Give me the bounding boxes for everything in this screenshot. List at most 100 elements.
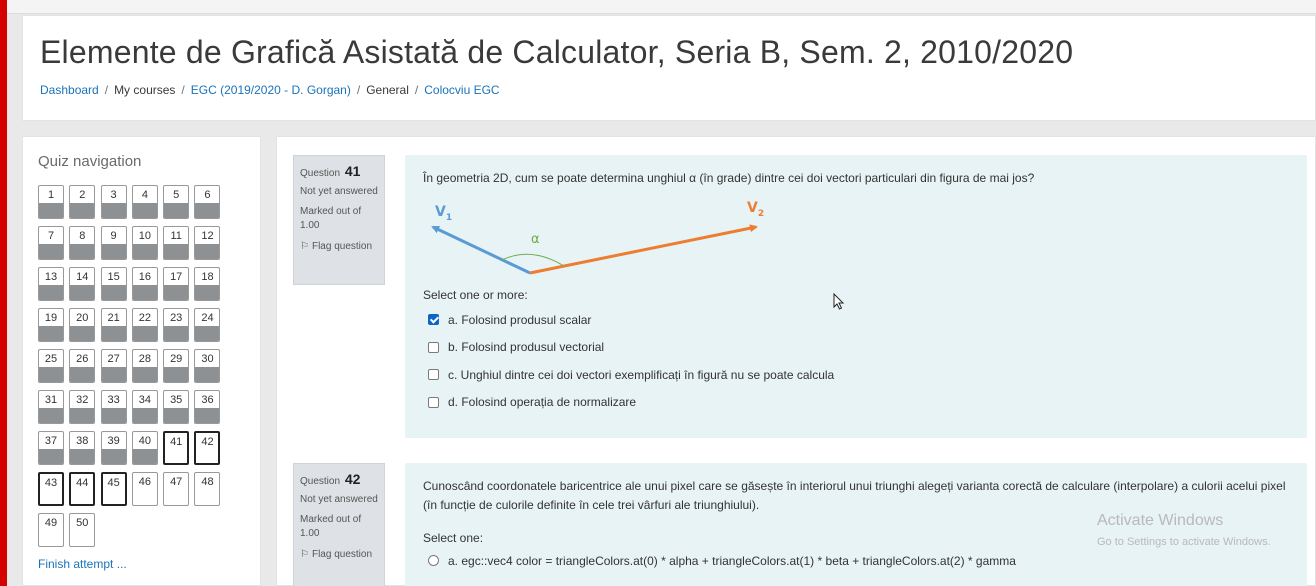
answer-status-fill	[132, 408, 157, 423]
quiz-nav-button[interactable]: 1	[38, 185, 64, 219]
answer-status-fill	[39, 408, 63, 423]
quiz-nav-button[interactable]: 16	[131, 267, 158, 301]
quiz-nav-button[interactable]: 41	[163, 431, 190, 465]
quiz-nav-button[interactable]: 47	[163, 472, 190, 506]
quiz-nav-button[interactable]: 20	[69, 308, 96, 342]
quiz-nav-button-number: 14	[76, 271, 89, 283]
quiz-nav-button[interactable]: 4	[131, 185, 158, 219]
quiz-nav-button[interactable]: 7	[38, 226, 64, 260]
quiz-nav-button-number: 16	[138, 271, 152, 283]
quiz-nav-button-number: 25	[44, 353, 58, 365]
quiz-nav-button-number: 26	[76, 353, 89, 365]
quiz-nav-button[interactable]: 39	[100, 431, 127, 465]
answer-option[interactable]: b. Folosind produsul vectorial	[423, 334, 1289, 362]
answer-status-fill	[39, 203, 63, 218]
breadcrumb-colocviu[interactable]: Colocviu EGC	[424, 83, 499, 97]
quiz-nav-button[interactable]: 29	[163, 349, 190, 383]
quiz-nav-button[interactable]: 13	[38, 267, 64, 301]
quiz-nav-button[interactable]: 23	[163, 308, 190, 342]
quiz-nav-button[interactable]: 50	[69, 513, 96, 547]
quiz-nav-button-number: 15	[107, 271, 120, 283]
quiz-nav-button-number: 49	[44, 517, 58, 529]
answer-status-fill	[164, 203, 189, 218]
quiz-nav-button[interactable]: 32	[69, 390, 96, 424]
quiz-nav-button[interactable]: 27	[100, 349, 127, 383]
answer-option[interactable]: d. Folosind operația de normalizare	[423, 389, 1289, 417]
quiz-nav-button[interactable]: 30	[194, 349, 221, 383]
quiz-nav-button[interactable]: 42	[194, 431, 221, 465]
quiz-nav-button[interactable]: 14	[69, 267, 96, 301]
quiz-nav-button[interactable]: 28	[131, 349, 158, 383]
quiz-nav-button[interactable]: 46	[131, 472, 158, 506]
quiz-nav-button[interactable]: 15	[100, 267, 127, 301]
quiz-nav-button[interactable]: 18	[194, 267, 221, 301]
breadcrumb-dashboard[interactable]: Dashboard	[40, 83, 99, 97]
quiz-nav-button[interactable]: 49	[38, 513, 64, 547]
quiz-nav-button[interactable]: 2	[69, 185, 96, 219]
answer-status-fill	[70, 285, 95, 300]
mouse-cursor-icon	[833, 293, 845, 310]
checkbox[interactable]	[428, 369, 439, 381]
quiz-nav-button[interactable]: 21	[100, 308, 127, 342]
page-header: Elemente de Grafică Asistată de Calculat…	[22, 15, 1316, 121]
breadcrumb-course[interactable]: EGC (2019/2020 - D. Gorgan)	[191, 83, 351, 97]
quiz-nav-button[interactable]: 36	[194, 390, 221, 424]
breadcrumb-my-courses: My courses	[114, 83, 176, 97]
quiz-nav-button-number: 28	[138, 353, 152, 365]
quiz-nav-button[interactable]: 37	[38, 431, 64, 465]
vector-v1-label: V1	[435, 204, 452, 223]
checkbox[interactable]	[428, 341, 439, 353]
angle-label: α	[531, 232, 540, 247]
question-state: Not yet answered	[300, 494, 378, 505]
quiz-nav-button[interactable]: 6	[194, 185, 221, 219]
quiz-nav-button[interactable]: 45	[100, 472, 127, 506]
quiz-nav-button-number: 47	[170, 476, 183, 488]
quiz-nav-button[interactable]: 48	[194, 472, 221, 506]
answer-status-fill	[132, 367, 157, 382]
finish-attempt-link[interactable]: Finish attempt ...	[38, 557, 127, 571]
quiz-nav-button[interactable]: 12	[194, 226, 221, 260]
quiz-nav-button[interactable]: 3	[100, 185, 127, 219]
quiz-nav-button[interactable]: 43	[38, 472, 64, 506]
answer-option[interactable]: a. egc::vec4 color = triangleColors.at(0…	[423, 547, 1289, 575]
checkbox[interactable]	[428, 314, 439, 326]
answer-status-fill	[164, 244, 189, 259]
quiz-nav-button[interactable]: 33	[100, 390, 127, 424]
radio-button[interactable]	[428, 555, 439, 567]
quiz-nav-button[interactable]: 40	[131, 431, 158, 465]
quiz-nav-button[interactable]: 31	[38, 390, 64, 424]
quiz-nav-button[interactable]: 34	[131, 390, 158, 424]
flag-question-button[interactable]: ⚐ Flag question	[300, 549, 378, 560]
quiz-nav-button[interactable]: 44	[69, 472, 96, 506]
quiz-nav-button[interactable]: 17	[163, 267, 190, 301]
quiz-nav-button[interactable]: 11	[163, 226, 190, 260]
answer-status-fill	[101, 408, 126, 423]
quiz-nav-button[interactable]: 22	[131, 308, 158, 342]
quiz-nav-button[interactable]: 35	[163, 390, 190, 424]
flag-question-button[interactable]: ⚐ Flag question	[300, 241, 378, 252]
quiz-nav-button[interactable]: 10	[131, 226, 158, 260]
quiz-nav-button-number: 12	[201, 230, 214, 242]
quiz-nav-button[interactable]: 24	[194, 308, 221, 342]
question-info-41: Question 41 Not yet answered Marked out …	[293, 155, 385, 285]
checkbox[interactable]	[428, 396, 439, 408]
quiz-nav-button-number: 37	[44, 435, 58, 447]
flag-icon: ⚐	[300, 549, 309, 560]
quiz-nav-button[interactable]: 25	[38, 349, 64, 383]
quiz-nav-button[interactable]: 19	[38, 308, 64, 342]
quiz-nav-button-number: 6	[204, 189, 211, 201]
answer-status-fill	[132, 326, 157, 341]
quiz-nav-button[interactable]: 38	[69, 431, 96, 465]
quiz-nav-button-number: 3	[110, 189, 117, 201]
quiz-navigation-title: Quiz navigation	[38, 153, 142, 170]
quiz-nav-button-number: 36	[201, 394, 214, 406]
quiz-nav-button[interactable]: 26	[69, 349, 96, 383]
quiz-nav-button[interactable]: 8	[69, 226, 96, 260]
answer-option[interactable]: a. Folosind produsul scalar	[423, 306, 1289, 334]
answer-option[interactable]: c. Unghiul dintre cei doi vectori exempl…	[423, 361, 1289, 389]
answer-status-fill	[132, 203, 157, 218]
quiz-nav-button[interactable]: 5	[163, 185, 190, 219]
quiz-nav-button[interactable]: 9	[100, 226, 127, 260]
quiz-nav-button-number: 5	[173, 189, 180, 201]
answer-status-fill	[195, 244, 220, 259]
